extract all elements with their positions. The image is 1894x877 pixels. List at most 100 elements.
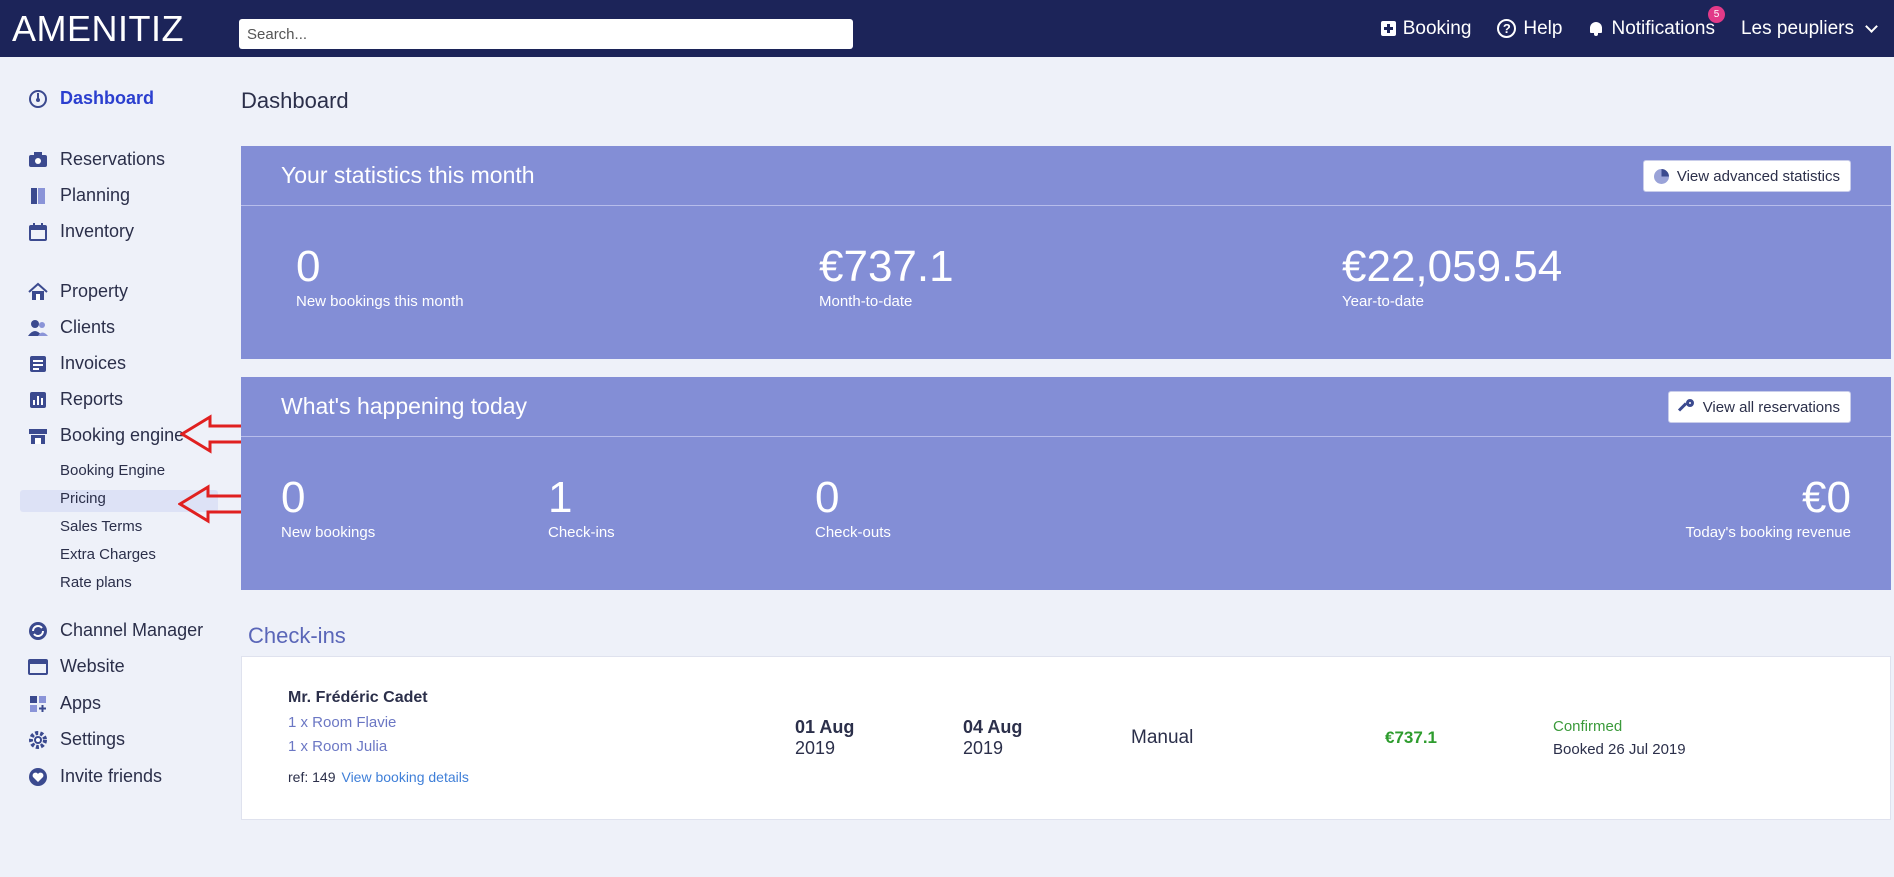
- page-title: Dashboard: [241, 88, 349, 113]
- sidebar-subitem-booking-engine[interactable]: Booking Engine: [60, 462, 165, 479]
- sidebar-item-planning[interactable]: Planning: [28, 185, 130, 206]
- arrival-year: 2019: [795, 738, 836, 758]
- sidebar-item-label: Dashboard: [60, 88, 155, 108]
- checkins-section-title: Check-ins: [248, 623, 346, 648]
- sidebar-item-channel-manager[interactable]: Channel Manager: [28, 620, 203, 641]
- booked-date: Booked 26 Jul 2019: [1553, 741, 1686, 758]
- new-booking-label: Booking: [1402, 17, 1472, 39]
- sidebar-subitem-sales-terms[interactable]: Sales Terms: [60, 518, 142, 535]
- sidebar-item-website[interactable]: Website: [28, 656, 125, 677]
- stat-year-to-date: €22,059.54 Year-to-date: [1342, 242, 1563, 311]
- calendar-icon: [28, 222, 48, 242]
- browser-window-icon: [28, 657, 48, 677]
- stat-label: Today's booking revenue: [1685, 524, 1851, 541]
- stat-value: 0: [296, 242, 321, 291]
- stat-value: €737.1: [819, 242, 954, 291]
- top-actions: Booking ? Help Notifications 5 Les peupl…: [1380, 0, 1878, 57]
- sidebar-item-label: Website: [60, 656, 125, 676]
- checkin-row: Mr. Frédéric Cadet 1 x Room Flavie 1 x R…: [241, 656, 1891, 820]
- view-all-reservations-label: View all reservations: [1702, 398, 1840, 416]
- booking-price: €737.1: [1385, 728, 1437, 747]
- sidebar-item-invite-friends[interactable]: Invite friends: [28, 766, 162, 787]
- stat-label: Check-outs: [815, 524, 891, 541]
- sidebar-item-label: Booking engine: [60, 425, 185, 445]
- bell-icon: [1588, 20, 1604, 37]
- sidebar-item-booking-engine[interactable]: Booking engine: [28, 425, 184, 446]
- sidebar-item-dashboard[interactable]: Dashboard: [28, 88, 154, 109]
- gear-icon: [28, 730, 48, 750]
- sidebar-item-property[interactable]: Property: [28, 281, 128, 302]
- stat-value: €22,059.54: [1342, 242, 1563, 291]
- stat-label: New bookings: [281, 524, 376, 541]
- heart-icon: [28, 767, 48, 787]
- stat-today-revenue: €0 Today's booking revenue: [1685, 473, 1851, 542]
- sidebar-subitem-rate-plans[interactable]: Rate plans: [60, 574, 132, 591]
- departure-day: 04 Aug: [963, 717, 1023, 737]
- stat-value: €0: [1802, 473, 1851, 522]
- help-button[interactable]: ? Help: [1497, 18, 1562, 40]
- sidebar-item-label: Reports: [60, 389, 124, 409]
- sidebar-item-label: Planning: [60, 185, 131, 205]
- booking-ref-label: ref: 149: [288, 769, 336, 785]
- sidebar-subitem-pricing[interactable]: Pricing: [60, 490, 106, 507]
- help-label: Help: [1523, 17, 1563, 39]
- view-advanced-statistics-label: View advanced statistics: [1676, 167, 1840, 185]
- view-all-reservations-button[interactable]: View all reservations: [1667, 391, 1851, 423]
- sidebar-item-settings[interactable]: Settings: [28, 729, 125, 750]
- departure-year: 2019: [963, 738, 1004, 758]
- book-icon: [28, 186, 48, 206]
- invoice-icon: [28, 354, 48, 374]
- notifications-button[interactable]: Notifications 5: [1588, 5, 1725, 40]
- notifications-label: Notifications: [1611, 17, 1715, 39]
- sidebar-item-inventory[interactable]: Inventory: [28, 221, 134, 242]
- sidebar-item-label: Apps: [60, 693, 102, 713]
- booking-source: Manual: [1131, 727, 1194, 748]
- arrival-date: 01 Aug 2019: [795, 717, 854, 759]
- sidebar-item-apps[interactable]: Apps: [28, 693, 101, 714]
- stat-label: Year-to-date: [1342, 293, 1425, 310]
- sidebar-item-clients[interactable]: Clients: [28, 317, 115, 338]
- property-name: Les peupliers: [1740, 17, 1854, 39]
- bar-chart-icon: [28, 390, 48, 410]
- sidebar-item-label: Settings: [60, 729, 126, 749]
- sidebar-item-label: Property: [60, 281, 129, 301]
- users-icon: [28, 318, 48, 338]
- new-booking-button[interactable]: Booking: [1380, 17, 1472, 40]
- stat-month-to-date: €737.1 Month-to-date: [819, 242, 954, 311]
- home-icon: [28, 282, 48, 302]
- stats-month-panel: Your statistics this month View advanced…: [241, 146, 1891, 359]
- camera-icon: [28, 150, 48, 170]
- view-booking-details-link[interactable]: View booking details: [341, 769, 468, 785]
- store-icon: [28, 426, 48, 446]
- search-input[interactable]: [239, 19, 853, 49]
- today-panel: What's happening today View all reservat…: [241, 377, 1891, 590]
- help-icon: ?: [1497, 19, 1517, 38]
- stats-month-title: Your statistics this month: [281, 162, 535, 188]
- chevron-down-icon: [1865, 20, 1878, 33]
- pie-chart-icon: [1653, 168, 1669, 184]
- view-advanced-statistics-button[interactable]: View advanced statistics: [1642, 160, 1851, 192]
- departure-date: 04 Aug 2019: [963, 717, 1022, 759]
- sidebar-item-label: Invite friends: [60, 766, 163, 786]
- sidebar-item-label: Invoices: [60, 353, 127, 373]
- today-header: What's happening today View all reservat…: [241, 377, 1891, 437]
- sidebar-subitem-extra-charges[interactable]: Extra Charges: [60, 546, 156, 563]
- guest-name: Mr. Frédéric Cadet: [288, 689, 428, 706]
- sync-icon: [28, 621, 48, 641]
- stat-value: 0: [281, 473, 306, 522]
- notifications-count-badge: 5: [1707, 5, 1725, 23]
- stat-new-bookings-today: 0 New bookings: [281, 473, 376, 542]
- app-logo[interactable]: AMENITIZ: [12, 8, 184, 50]
- stat-check-outs: 0 Check-outs: [815, 474, 891, 542]
- plus-icon: [1380, 21, 1396, 36]
- sidebar-item-reports[interactable]: Reports: [28, 389, 123, 410]
- sidebar-item-label: Reservations: [60, 149, 166, 169]
- sidebar-item-invoices[interactable]: Invoices: [28, 353, 126, 374]
- room-line: 1 x Room Flavie: [288, 714, 397, 731]
- stat-label: Month-to-date: [819, 293, 913, 310]
- sidebar-item-reservations[interactable]: Reservations: [28, 149, 165, 170]
- room-line: 1 x Room Julia: [288, 738, 388, 755]
- sidebar-item-label: Clients: [60, 317, 116, 337]
- today-title: What's happening today: [281, 393, 528, 419]
- property-menu[interactable]: Les peupliers: [1740, 17, 1878, 40]
